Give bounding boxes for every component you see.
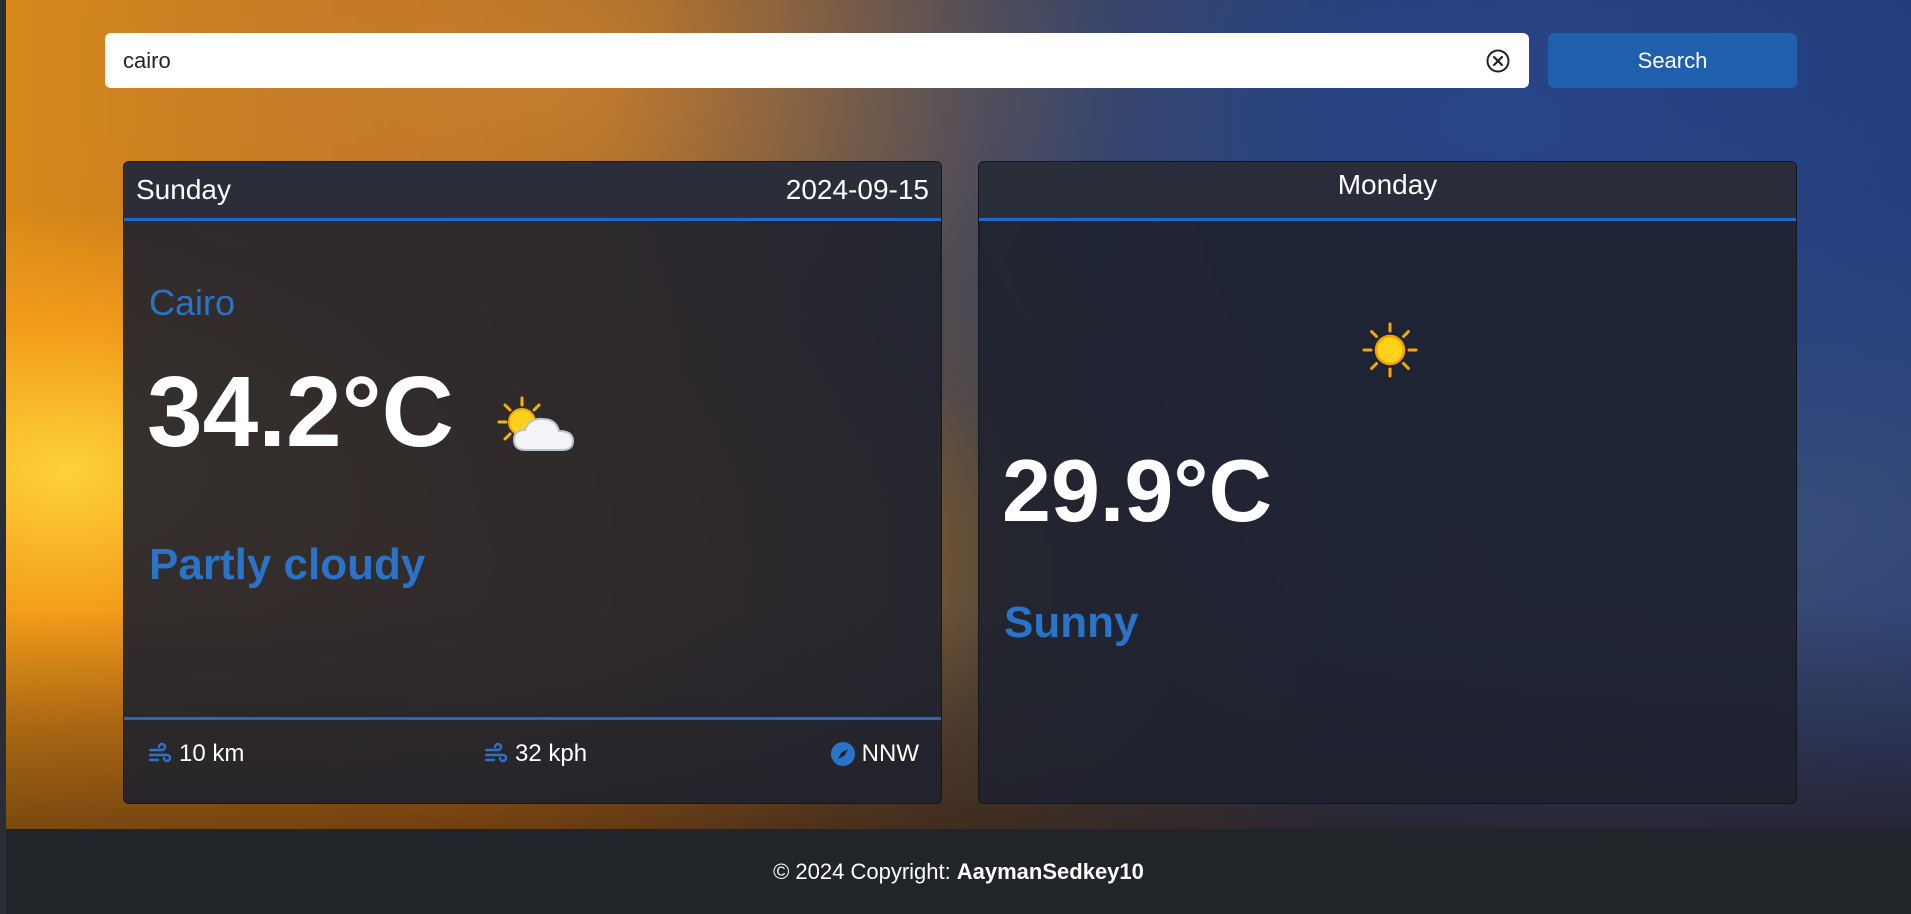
partly-cloudy-icon [497,396,575,451]
clear-search-icon[interactable] [1485,48,1511,74]
sun-icon [1362,322,1418,378]
card-header: Sunday 2024-09-15 [124,162,941,221]
tomorrow-forecast-card: Monday 29.9°C Sunny [978,161,1797,804]
search-bar [105,33,1529,88]
day-label: Monday [1337,169,1438,200]
copyright-text: © 2024 Copyright: [773,858,951,884]
site-footer: © 2024 Copyright: AaymanSedkey10 [6,829,1911,914]
visibility-stat: 10 km [147,740,244,768]
weather-condition: Partly cloudy [149,540,426,589]
compass-icon [830,742,855,766]
window-edge [0,0,6,914]
wind-speed-value: 32 kph [515,740,588,767]
date-label: 2024-09-15 [785,174,929,205]
card-header: Monday [979,162,1796,221]
weather-condition: Sunny [1004,598,1139,647]
wind-direction-stat: NNW [830,740,919,768]
search-button[interactable]: Search [1548,33,1797,88]
visibility-value: 10 km [179,740,245,767]
weather-page: Search Sunday 2024-09-15 Cairo 34.2°C Pa… [0,0,1911,914]
city-name: Cairo [149,282,236,323]
forecast-temperature: 29.9°C [1002,441,1273,540]
search-input[interactable] [105,33,1485,88]
today-forecast-card: Sunday 2024-09-15 Cairo 34.2°C Partly cl… [123,161,942,804]
wind-icon [484,742,508,763]
wind-icon [148,742,172,763]
copyright-author: AaymanSedkey10 [956,858,1144,884]
current-temperature: 34.2°C [147,356,454,468]
card-footer: 10 km 32 kph NNW [124,717,941,803]
wind-speed-stat: 32 kph [483,740,587,768]
wind-direction-value: NNW [861,740,919,767]
day-label: Sunday [136,174,231,205]
